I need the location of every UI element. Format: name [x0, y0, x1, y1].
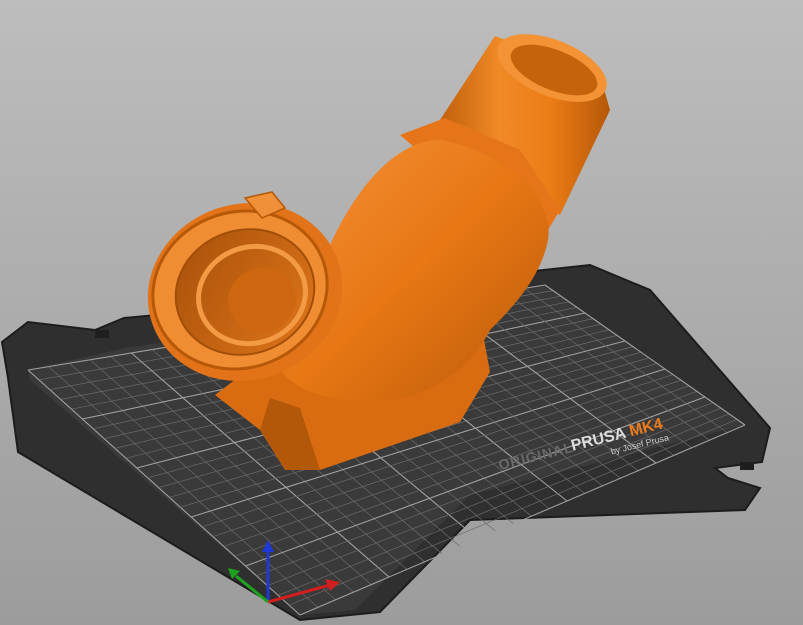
3d-viewport[interactable]: ORIGINAL PRUSA MK4 by Josef Prusa: [0, 0, 803, 625]
bed-notch: [740, 462, 754, 470]
scene-canvas[interactable]: ORIGINAL PRUSA MK4 by Josef Prusa: [0, 0, 803, 625]
bed-notch: [95, 330, 109, 338]
